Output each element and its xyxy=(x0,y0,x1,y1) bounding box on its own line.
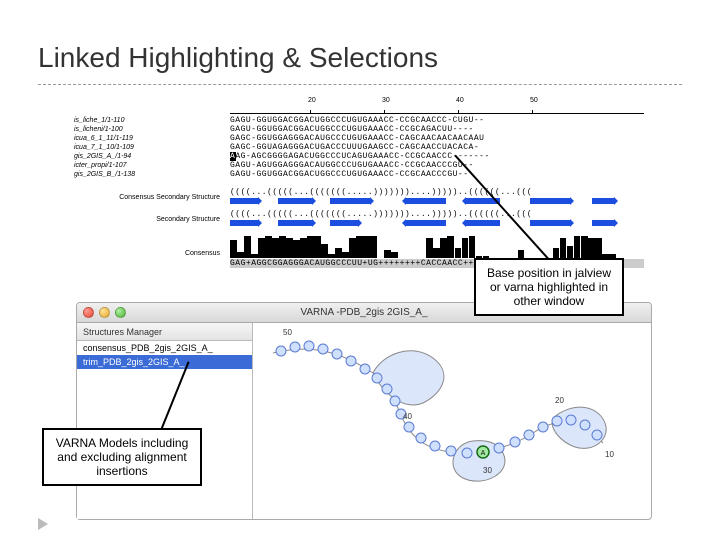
varna-rna-canvas[interactable]: A 50 40 30 20 10 xyxy=(253,323,651,519)
title-underline xyxy=(38,84,682,85)
brackets-ss: ((((...(((((...(((((((.....)))))))....))… xyxy=(230,210,644,219)
seq-name: gis_2GIS_A_/1-94 xyxy=(74,152,178,161)
callout-base-position: Base position in jalview or varna highli… xyxy=(474,258,624,316)
seq-row: GAGC-GGUGGAGGGACAUGCCCUGUGAAACC-CAGCAACA… xyxy=(230,134,644,143)
window-close-button[interactable] xyxy=(83,307,94,318)
window-maximize-button[interactable] xyxy=(115,307,126,318)
varna-label-40: 40 xyxy=(403,412,412,421)
varna-model-item[interactable]: consensus_PDB_2gis_2GIS_A_ xyxy=(77,341,252,355)
window-minimize-button[interactable] xyxy=(99,307,110,318)
sequence-rows: GAGU-GGUGGACGGACUGGCCCUGUGAAACC-CCGCAACC… xyxy=(230,116,644,179)
varna-model-list[interactable]: consensus_PDB_2gis_2GIS_A_ trim_PDB_2gis… xyxy=(77,341,252,369)
sequence-names: is_liche_1/1-110 is_licheni/1-100 icua_6… xyxy=(74,116,178,179)
brackets-css: ((((...(((((...(((((((.....)))))))....))… xyxy=(230,188,644,197)
ruler-tick-40: 40 xyxy=(456,97,464,104)
alignment-panel: 20 30 40 50 is_liche_1/1-110 is_licheni/… xyxy=(74,104,652,278)
structures-manager-header: Structures Manager xyxy=(77,323,252,341)
seq-row: GAGU-GGUGGACGGACUGGCCCUGUGAAACC-CCGCAACC… xyxy=(230,170,644,179)
seq-name: icter_propi/1-107 xyxy=(74,161,178,170)
varna-label-10: 10 xyxy=(605,450,614,459)
varna-label-30: 30 xyxy=(483,466,492,475)
seq-row: GAGU-AGUGGAGGGACAUGGCCCUGUGAAACC-CCGCAAC… xyxy=(230,161,644,170)
label-secondary-structure: Secondary Structure xyxy=(84,216,220,223)
slide-advance-icon xyxy=(38,518,48,530)
seq-row: AAG-AGCGGGGAGACUGGCCCUCAGUGAAACC-CCGCAAC… xyxy=(230,152,644,161)
svg-text:A: A xyxy=(481,450,486,457)
seq-row: GAGU-GGUGGACGGACUGGCCCUGUGAAACC-CCGCAACC… xyxy=(230,116,644,125)
seq-name: is_liche_1/1-110 xyxy=(74,116,178,125)
varna-window: VARNA -PDB_2gis 2GIS_A_ Structures Manag… xyxy=(76,302,652,520)
consensus-histogram xyxy=(230,234,644,258)
seq-name: gis_2GIS_B_/1-138 xyxy=(74,170,178,179)
alignment-ruler: 20 30 40 50 xyxy=(230,104,644,114)
seq-row: GAGC-GGUAGAGGGACUGACCCUUUGAAGCC-CAGCAACC… xyxy=(230,143,644,152)
callout-varna-models: VARNA Models including and excluding ali… xyxy=(42,428,202,486)
seq-name: is_licheni/1-100 xyxy=(74,125,178,134)
seq-name: icua_7_1_10/1-109 xyxy=(74,143,178,152)
seq-name: icua_6_1_11/1-119 xyxy=(74,134,178,143)
arrows-ss xyxy=(230,219,644,228)
ruler-tick-30: 30 xyxy=(382,97,390,104)
ruler-tick-20: 20 xyxy=(308,97,316,104)
arrows-css xyxy=(230,197,644,206)
slide-title: Linked Highlighting & Selections xyxy=(38,42,438,74)
ruler-tick-50: 50 xyxy=(530,97,538,104)
varna-model-item-selected[interactable]: trim_PDB_2gis_2GIS_A_ xyxy=(77,355,252,369)
varna-window-title: VARNA -PDB_2gis 2GIS_A_ xyxy=(300,307,427,318)
varna-ruler-50: 50 xyxy=(283,328,292,337)
label-consensus: Consensus xyxy=(84,250,220,257)
label-consensus-ss: Consensus Secondary Structure xyxy=(84,194,220,201)
varna-label-20: 20 xyxy=(555,396,564,405)
seq-row: GAGU-GGUGGACGGACUGGCCCUGUGAAACC-CCGCAGAC… xyxy=(230,125,644,134)
